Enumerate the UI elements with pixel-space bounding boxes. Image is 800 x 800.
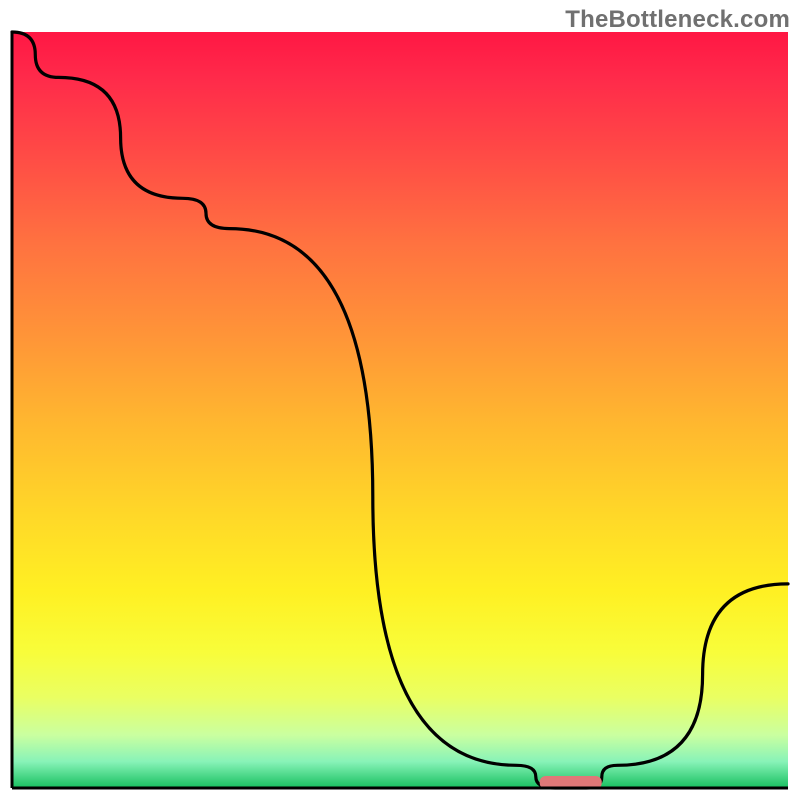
gradient-background <box>12 32 788 788</box>
chart-container: TheBottleneck.com <box>0 0 800 800</box>
bottleneck-chart <box>0 0 800 800</box>
